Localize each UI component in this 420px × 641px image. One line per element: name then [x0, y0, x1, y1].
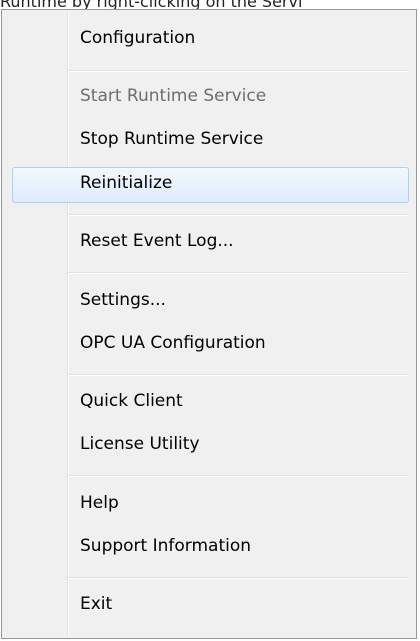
- menu-item-label: OPC UA Configuration: [80, 333, 266, 353]
- menu-item-label: Start Runtime Service: [80, 86, 267, 106]
- menu-separator: [68, 577, 408, 579]
- screenshot: Runtime by right-clicking on the Servi C…: [0, 0, 420, 641]
- menu-separator: [68, 70, 408, 72]
- menu-item-help[interactable]: Help: [12, 487, 409, 523]
- menu-item-label: License Utility: [80, 434, 200, 454]
- menu-item-label: Reset Event Log...: [80, 231, 234, 251]
- menu-item-stop-runtime-service[interactable]: Stop Runtime Service: [12, 123, 409, 159]
- menu-separator: [68, 214, 408, 216]
- menu-item-label: Exit: [80, 594, 113, 614]
- menu-item-reinitialize[interactable]: Reinitialize: [12, 167, 409, 203]
- menu-item-configuration[interactable]: Configuration: [12, 22, 409, 58]
- menu-item-reset-event-log[interactable]: Reset Event Log...: [12, 225, 409, 261]
- menu-separator: [68, 374, 408, 376]
- menu-item-settings[interactable]: Settings...: [12, 284, 409, 320]
- menu-item-label: Configuration: [80, 28, 196, 48]
- menu-item-label: Reinitialize: [80, 173, 173, 193]
- menu-item-quick-client[interactable]: Quick Client: [12, 385, 409, 421]
- menu-item-license-utility[interactable]: License Utility: [12, 428, 409, 464]
- menu-item-label: Quick Client: [80, 391, 183, 411]
- menu-item-label: Stop Runtime Service: [80, 129, 264, 149]
- menu-item-support-information[interactable]: Support Information: [12, 530, 409, 566]
- menu-item-label: Help: [80, 493, 119, 513]
- menu-item-start-runtime-service: Start Runtime Service: [12, 80, 409, 116]
- menu-item-label: Settings...: [80, 290, 166, 310]
- menu-separator: [68, 272, 408, 274]
- menu-item-opc-ua-configuration[interactable]: OPC UA Configuration: [12, 327, 409, 363]
- context-menu: Configuration Start Runtime Service Stop…: [1, 9, 417, 639]
- menu-separator: [68, 475, 408, 477]
- menu-item-label: Support Information: [80, 536, 252, 556]
- menu-item-exit[interactable]: Exit: [12, 588, 409, 624]
